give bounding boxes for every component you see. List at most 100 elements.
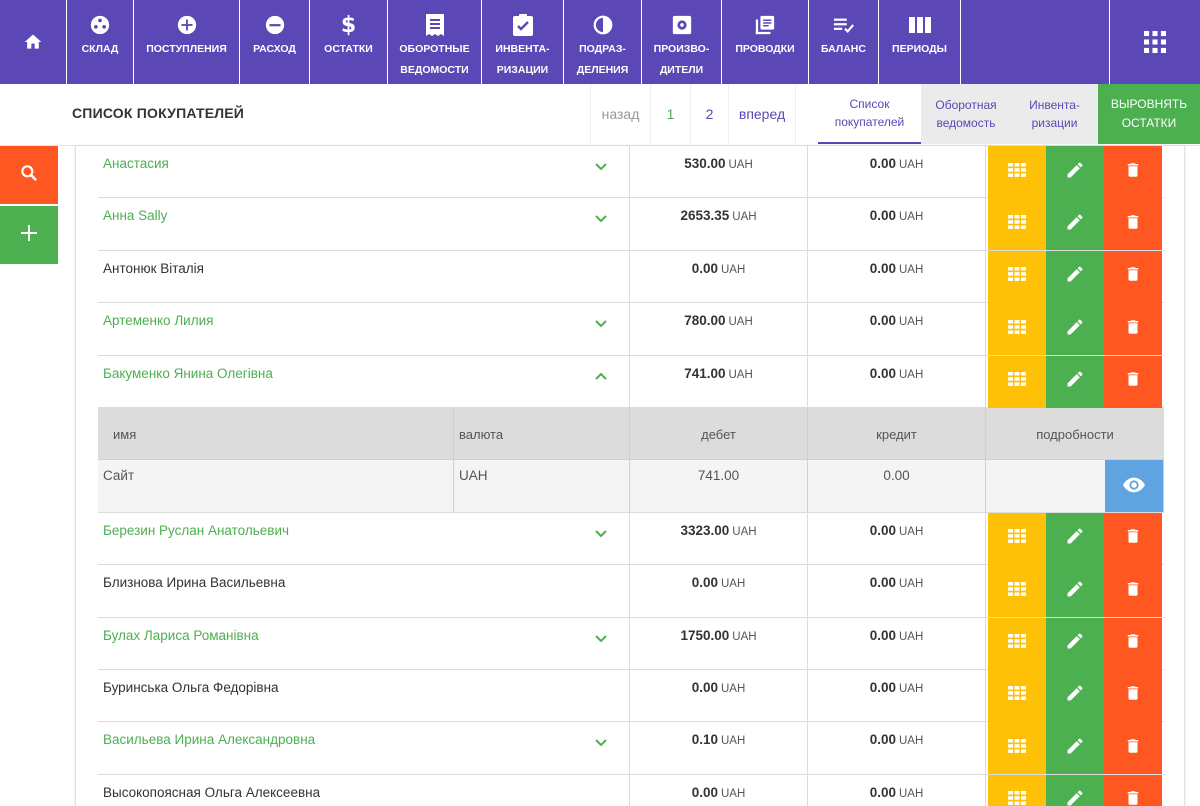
table-row[interactable]: Березин Руслан Анатольевич 3323.00 UAH 0.00…	[98, 512, 1164, 566]
nav-departments[interactable]: ПОДРАЗ- ДЕЛЕНИЯ	[564, 0, 642, 84]
nav-receipts[interactable]: ПОСТУПЛЕНИЯ	[134, 0, 240, 84]
delete-button[interactable]	[1104, 617, 1162, 670]
chevron-down-icon[interactable]	[593, 630, 609, 646]
detail-header: имя валюта дебет кредит подробности	[98, 407, 1164, 461]
currency-label: UAH	[728, 159, 753, 171]
nav-home[interactable]	[0, 0, 67, 84]
customer-name-cell[interactable]: Артеменко Лилия	[98, 303, 630, 355]
currency-label: UAH	[899, 525, 924, 538]
customer-name-cell[interactable]: Бакуменко Янина Олегівна	[98, 355, 630, 407]
view-details-button[interactable]	[1105, 460, 1164, 513]
currency-label: UAH	[732, 525, 757, 538]
details-button[interactable]	[988, 146, 1046, 198]
nav-warehouse[interactable]: СКЛАД	[67, 0, 134, 84]
edit-button[interactable]	[1046, 303, 1104, 356]
credit-cell: 0.00 UAH	[808, 250, 986, 303]
details-button[interactable]	[988, 669, 1046, 722]
pager-page-1[interactable]: 1	[650, 84, 690, 144]
customer-name-cell[interactable]: Березин Руслан Анатольевич	[98, 512, 630, 565]
chevron-down-icon[interactable]	[593, 734, 609, 750]
trash-icon	[1124, 160, 1142, 185]
warehouse-icon	[89, 14, 111, 36]
edit-button[interactable]	[1046, 512, 1104, 565]
table-row[interactable]: Васильева Ирина Александровна 0.10 UAH 0.00…	[98, 722, 1164, 775]
delete-button[interactable]	[1104, 722, 1162, 775]
detail-header-debit: дебет	[630, 407, 808, 460]
customer-name-cell[interactable]: Булах Лариса Романівна	[98, 617, 630, 669]
delete-button[interactable]	[1104, 146, 1162, 198]
edit-button[interactable]	[1046, 198, 1104, 251]
add-customer-button[interactable]	[0, 206, 58, 264]
nav-label: ОСТАТКИ	[324, 43, 373, 55]
customer-name-cell[interactable]: Анна Sally	[98, 198, 630, 250]
edit-button[interactable]	[1046, 617, 1104, 670]
search-button[interactable]	[0, 146, 58, 204]
delete-button[interactable]	[1104, 250, 1162, 303]
delete-button[interactable]	[1104, 774, 1162, 806]
nav-expense[interactable]: РАСХОД	[240, 0, 310, 84]
grid-icon	[1008, 791, 1026, 806]
details-button[interactable]	[988, 355, 1046, 408]
row-actions	[986, 198, 1164, 251]
debit-value: 530.00	[684, 156, 726, 171]
nav-postings[interactable]: ПРОВОДКИ	[722, 0, 809, 84]
edit-button[interactable]	[1046, 146, 1104, 198]
chevron-down-icon[interactable]	[593, 158, 609, 174]
delete-button[interactable]	[1104, 198, 1162, 251]
nav-balances[interactable]: $ ОСТАТКИ	[310, 0, 388, 84]
table-row[interactable]: Анна Sally 2653.35 UAH 0.00 UAH	[98, 198, 1164, 251]
customer-name: Васильева Ирина Александровна	[103, 732, 316, 748]
detail-more-cell	[986, 460, 1164, 513]
tab-inventories[interactable]: Инвента- ризации	[1011, 84, 1098, 144]
customer-name-cell[interactable]: Анастасия	[98, 146, 630, 198]
chevron-up-icon[interactable]	[593, 368, 609, 384]
table-row[interactable]: Артеменко Лилия 780.00 UAH 0.00 UAH	[98, 303, 1164, 356]
details-button[interactable]	[988, 774, 1046, 806]
debit-cell: 0.00 UAH	[630, 774, 808, 806]
pager-page-2[interactable]: 2	[690, 84, 728, 144]
edit-button[interactable]	[1046, 565, 1104, 618]
table-row[interactable]: Анастасия 530.00 UAH 0.00 UAH	[98, 146, 1164, 199]
nav-label: ПРОИЗВО- ДИТЕЛИ	[653, 43, 710, 76]
align-balances-button[interactable]: ВЫРОВНЯТЬ ОСТАТКИ	[1098, 84, 1200, 144]
table-row[interactable]: Бакуменко Янина Олегівна 741.00 UAH 0.00 UAH	[98, 355, 1164, 408]
chevron-down-icon[interactable]	[593, 210, 609, 226]
details-button[interactable]	[988, 250, 1046, 303]
details-button[interactable]	[988, 722, 1046, 775]
tab-customer-list[interactable]: Список покупателей	[818, 84, 921, 144]
customer-name-cell[interactable]: Васильева Ирина Александровна	[98, 722, 630, 774]
details-button[interactable]	[988, 512, 1046, 565]
top-navbar: СКЛАД ПОСТУПЛЕНИЯ РАСХОД $ ОСТАТКИ ОБОРО…	[0, 0, 1200, 84]
nav-apps[interactable]	[1110, 0, 1200, 84]
table-row[interactable]: Булах Лариса Романівна 1750.00 UAH 0.00 UAH	[98, 617, 1164, 670]
pager-back[interactable]: назад	[590, 84, 650, 144]
details-button[interactable]	[988, 198, 1046, 251]
chevron-down-icon[interactable]	[593, 525, 609, 541]
nav-inventories[interactable]: ИНВЕНТА- РИЗАЦИИ	[482, 0, 564, 84]
customer-name: Анастасия	[103, 156, 169, 171]
delete-button[interactable]	[1104, 565, 1162, 618]
edit-button[interactable]	[1046, 250, 1104, 303]
currency-label: UAH	[899, 787, 924, 800]
edit-button[interactable]	[1046, 774, 1104, 806]
delete-button[interactable]	[1104, 303, 1162, 356]
delete-button[interactable]	[1104, 669, 1162, 722]
credit-value: 0.00	[869, 575, 896, 591]
delete-button[interactable]	[1104, 512, 1162, 565]
credit-value: 0.00	[869, 627, 896, 643]
tab-turnover-statement[interactable]: Оборотная ведомость	[921, 84, 1011, 144]
nav-manufacturers[interactable]: ПРОИЗВО- ДИТЕЛИ	[642, 0, 722, 84]
edit-button[interactable]	[1046, 355, 1104, 408]
edit-button[interactable]	[1046, 722, 1104, 775]
edit-button[interactable]	[1046, 669, 1104, 722]
details-button[interactable]	[988, 617, 1046, 670]
chevron-down-icon[interactable]	[593, 315, 609, 331]
nav-periods[interactable]: ПЕРИОДЫ	[879, 0, 961, 84]
nav-label: БАЛАНС	[821, 43, 866, 55]
nav-balance[interactable]: БАЛАНС	[809, 0, 879, 84]
nav-turnover[interactable]: ОБОРОТНЫЕ ВЕДОМОСТИ	[388, 0, 482, 84]
details-button[interactable]	[988, 303, 1046, 356]
delete-button[interactable]	[1104, 355, 1162, 408]
pager-forward[interactable]: вперед	[728, 84, 796, 144]
details-button[interactable]	[988, 565, 1046, 618]
